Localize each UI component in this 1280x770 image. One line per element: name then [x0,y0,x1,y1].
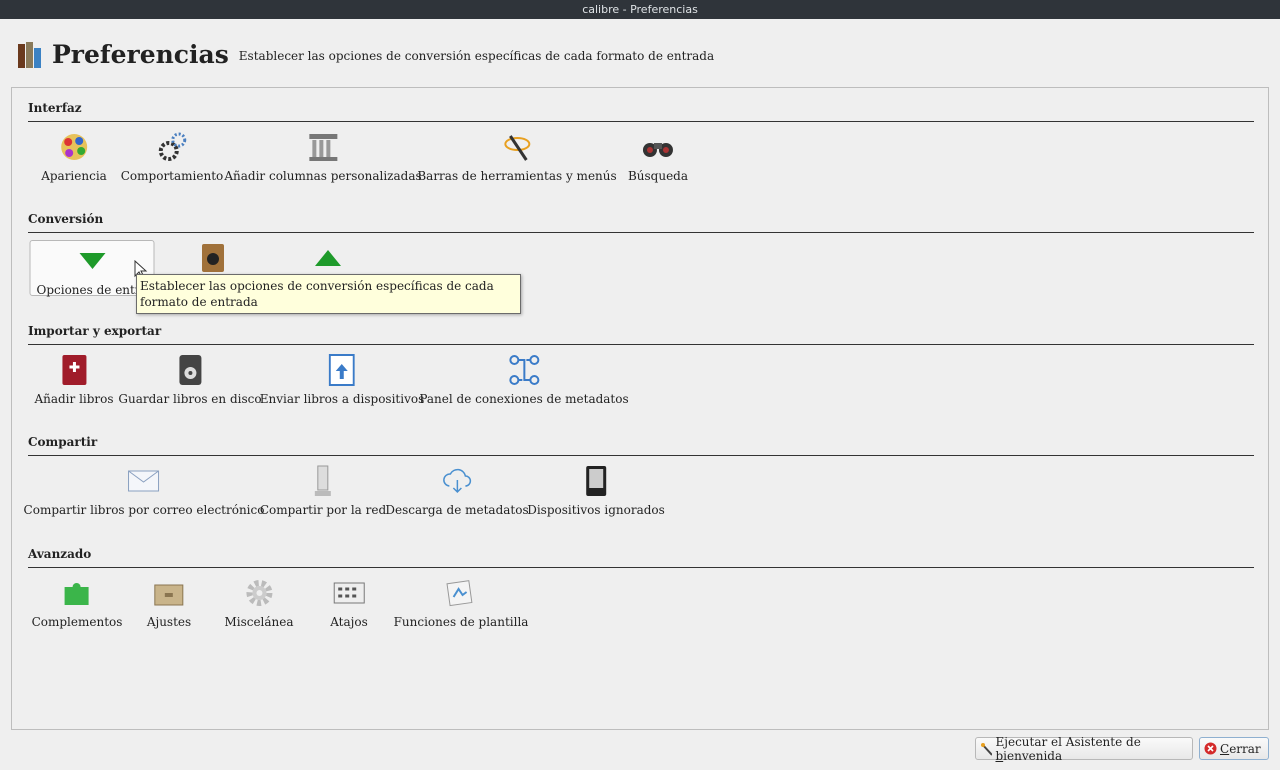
metadata-plugboard-icon [508,354,540,386]
section-title: Avanzado [28,547,92,561]
pref-anadir-columnas[interactable]: Añadir columnas personalizadas [218,131,427,187]
cloud-download-icon [441,465,473,497]
button-label: Cerrar [1220,741,1261,756]
mail-icon [128,465,160,497]
ereader-icon [580,465,612,497]
item-label: Ajustes [146,615,192,629]
close-button[interactable]: Cerrar [1199,737,1269,760]
convert-book-icon [197,242,229,274]
keyboard-icon [333,577,365,609]
page-header: Preferencias Establecer las opciones de … [18,38,714,70]
pref-compartir-red[interactable]: Compartir por la red [254,465,392,521]
divider [28,121,1254,122]
item-label: Compartir libros por correo electrónico [23,503,265,517]
pref-compartir-correo[interactable]: Compartir libros por correo electrónico [18,465,271,521]
window-titlebar: calibre - Preferencias [0,0,1280,19]
pref-guardar-disco[interactable]: Guardar libros en disco [112,354,267,410]
divider [28,344,1254,345]
button-label: Ejecutar el Asistente de bienvenida [995,734,1141,763]
preferences-panel: Interfaz Apariencia Comportamiento Añadi… [11,87,1269,730]
item-label: Búsqueda [627,169,689,183]
item-label: Miscelánea [224,615,294,629]
wand-icon [501,131,533,163]
pref-apariencia[interactable]: Apariencia [35,131,113,187]
send-device-icon [326,354,358,386]
pref-anadir-libros[interactable]: Añadir libros [28,354,119,410]
arrow-down-icon [76,245,108,277]
gear-icon [243,577,275,609]
item-label: Descarga de metadatos [385,503,529,517]
item-label: Añadir libros [34,392,114,406]
page-subtitle: Establecer las opciones de conversión es… [238,49,715,63]
divider [28,232,1254,233]
section-importar-exportar: Importar y exportar Añadir libros Guarda… [28,324,1254,406]
calibre-logo-icon [18,40,46,68]
wand-icon [981,742,993,756]
palette-icon [58,131,90,163]
item-label: Apariencia [41,169,107,183]
close-icon [1204,742,1217,755]
item-label: Funciones de plantilla [393,615,529,629]
section-title: Conversión [28,212,104,226]
pref-ajustes[interactable]: Ajustes [141,577,197,633]
pref-comportamiento[interactable]: Comportamiento [115,131,230,187]
section-interfaz: Interfaz Apariencia Comportamiento Añadi… [28,101,1254,183]
pref-busqueda[interactable]: Búsqueda [622,131,694,187]
tooltip: Establecer las opciones de conversión es… [136,274,521,314]
section-conversion: Conversión Opciones de entrada [28,212,1254,297]
run-welcome-wizard-button[interactable]: Ejecutar el Asistente de bienvenida [975,734,1193,763]
pref-descarga-metadatos[interactable]: Descarga de metadatos [379,465,534,521]
gears-icon [156,131,188,163]
item-label: Panel de conexiones de metadatos [419,392,629,406]
item-label: Comportamiento [120,169,224,183]
network-server-icon [307,465,339,497]
pref-complementos[interactable]: Complementos [26,577,129,633]
section-title: Interfaz [28,101,82,115]
item-label: Guardar libros en disco [118,392,262,406]
item-label: Atajos [330,615,368,629]
pref-funciones-plantilla[interactable]: Funciones de plantilla [388,577,535,633]
item-label: Añadir columnas personalizadas [224,169,422,183]
save-disk-icon [174,354,206,386]
puzzle-icon [61,577,93,609]
divider [28,455,1254,456]
drawer-icon [153,577,185,609]
section-title: Importar y exportar [28,324,162,338]
pref-barras-herramientas[interactable]: Barras de herramientas y menús [411,131,622,187]
pref-miscelanea[interactable]: Miscelánea [218,577,299,633]
section-avanzado: Avanzado Complementos Ajustes Miscelánea… [28,547,1254,629]
item-label: Barras de herramientas y menús [417,169,617,183]
item-label: Dispositivos ignorados [527,503,665,517]
add-book-icon [58,354,90,386]
pref-enviar-dispositivos[interactable]: Enviar libros a dispositivos [254,354,430,410]
divider [28,567,1254,568]
pref-dispositivos-ignorados[interactable]: Dispositivos ignorados [521,465,671,521]
section-compartir: Compartir Compartir libros por correo el… [24,435,1254,517]
pref-atajos[interactable]: Atajos [324,577,374,633]
binoculars-icon [642,131,674,163]
page-title: Preferencias [52,39,229,69]
arrow-up-icon [312,242,344,274]
item-label: Complementos [31,615,123,629]
item-label: Enviar libros a dispositivos [259,392,425,406]
item-label: Compartir por la red [259,503,387,517]
column-icon [307,131,339,163]
pref-panel-conexiones[interactable]: Panel de conexiones de metadatos [413,354,634,410]
template-icon [445,577,477,609]
section-title: Compartir [28,435,98,449]
